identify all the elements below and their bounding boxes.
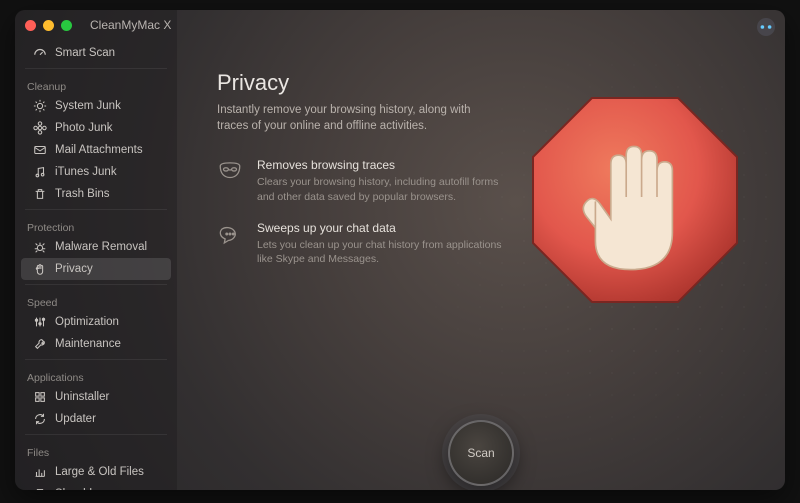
divider [25, 68, 167, 69]
sidebar-item-label: Malware Removal [55, 241, 147, 253]
hand-icon [33, 262, 47, 276]
divider [25, 359, 167, 360]
sidebar-item-label: System Junk [55, 100, 121, 112]
sidebar-item-label: Updater [55, 413, 96, 425]
sidebar-item-updater[interactable]: Updater [21, 408, 171, 430]
scan-button[interactable]: Scan [448, 420, 514, 486]
close-button[interactable] [25, 20, 36, 31]
sidebar-item-label: Shredder [55, 488, 102, 490]
sidebar-item-label: Photo Junk [55, 122, 113, 134]
gauge-icon [33, 46, 47, 60]
sidebar-item-itunes-junk[interactable]: iTunes Junk [21, 161, 171, 183]
sidebar-item-uninstaller[interactable]: Uninstaller [21, 386, 171, 408]
sidebar-item-large-old-files[interactable]: Large & Old Files [21, 461, 171, 483]
chat-icon [217, 221, 243, 247]
sidebar-item-system-junk[interactable]: System Junk [21, 95, 171, 117]
gear-icon [33, 99, 47, 113]
sidebar: Smart Scan Cleanup System Junk Photo Jun… [15, 10, 177, 490]
window-controls [25, 20, 72, 31]
sidebar-item-label: Mail Attachments [55, 144, 143, 156]
divider [25, 209, 167, 210]
sidebar-item-optimization[interactable]: Optimization [21, 311, 171, 333]
sidebar-item-trash-bins[interactable]: Trash Bins [21, 183, 171, 205]
zoom-button[interactable] [61, 20, 72, 31]
sidebar-item-label: Large & Old Files [55, 466, 144, 478]
mask-icon [217, 158, 243, 184]
feature-desc: Clears your browsing history, including … [257, 175, 517, 204]
music-icon [33, 165, 47, 179]
sliders-icon [33, 315, 47, 329]
section-header-speed: Speed [15, 289, 177, 311]
assistant-button[interactable] [757, 18, 775, 36]
bug-icon [33, 240, 47, 254]
page-subtitle: Instantly remove your browsing history, … [217, 102, 487, 134]
main-content: Privacy Instantly remove your browsing h… [177, 10, 785, 490]
sidebar-item-label: iTunes Junk [55, 166, 117, 178]
sidebar-item-label: Smart Scan [55, 47, 115, 59]
wrench-icon [33, 337, 47, 351]
section-header-files: Files [15, 439, 177, 461]
feature-title: Removes browsing traces [257, 158, 517, 172]
section-header-protection: Protection [15, 214, 177, 236]
sidebar-item-smart-scan[interactable]: Smart Scan [21, 42, 171, 64]
sidebar-item-photo-junk[interactable]: Photo Junk [21, 117, 171, 139]
sidebar-item-label: Privacy [55, 263, 93, 275]
mail-icon [33, 143, 47, 157]
flower-icon [33, 121, 47, 135]
sidebar-item-maintenance[interactable]: Maintenance [21, 333, 171, 355]
feature-browsing-traces: Removes browsing traces Clears your brow… [217, 158, 517, 204]
feature-title: Sweeps up your chat data [257, 221, 517, 235]
sidebar-item-mail-attachments[interactable]: Mail Attachments [21, 139, 171, 161]
trash-icon [33, 187, 47, 201]
chart-icon [33, 465, 47, 479]
grid-icon [33, 390, 47, 404]
feature-chat-data: Sweeps up your chat data Lets you clean … [217, 221, 517, 267]
app-title: CleanMyMac X [90, 18, 171, 32]
sidebar-item-privacy[interactable]: Privacy [21, 258, 171, 280]
feature-desc: Lets you clean up your chat history from… [257, 238, 517, 267]
divider [25, 434, 167, 435]
shredder-icon [33, 487, 47, 490]
section-header-cleanup: Cleanup [15, 73, 177, 95]
section-header-applications: Applications [15, 364, 177, 386]
sidebar-item-malware-removal[interactable]: Malware Removal [21, 236, 171, 258]
sidebar-item-label: Optimization [55, 316, 119, 328]
minimize-button[interactable] [43, 20, 54, 31]
refresh-icon [33, 412, 47, 426]
sidebar-item-label: Maintenance [55, 338, 121, 350]
sidebar-item-label: Trash Bins [55, 188, 110, 200]
scan-button-label: Scan [467, 446, 494, 460]
privacy-stop-illustration [515, 80, 755, 325]
divider [25, 284, 167, 285]
titlebar: CleanMyMac X [15, 10, 785, 40]
sidebar-item-shredder[interactable]: Shredder [21, 483, 171, 490]
app-window: CleanMyMac X Smart Scan Cleanup System J… [15, 10, 785, 490]
sidebar-item-label: Uninstaller [55, 391, 109, 403]
